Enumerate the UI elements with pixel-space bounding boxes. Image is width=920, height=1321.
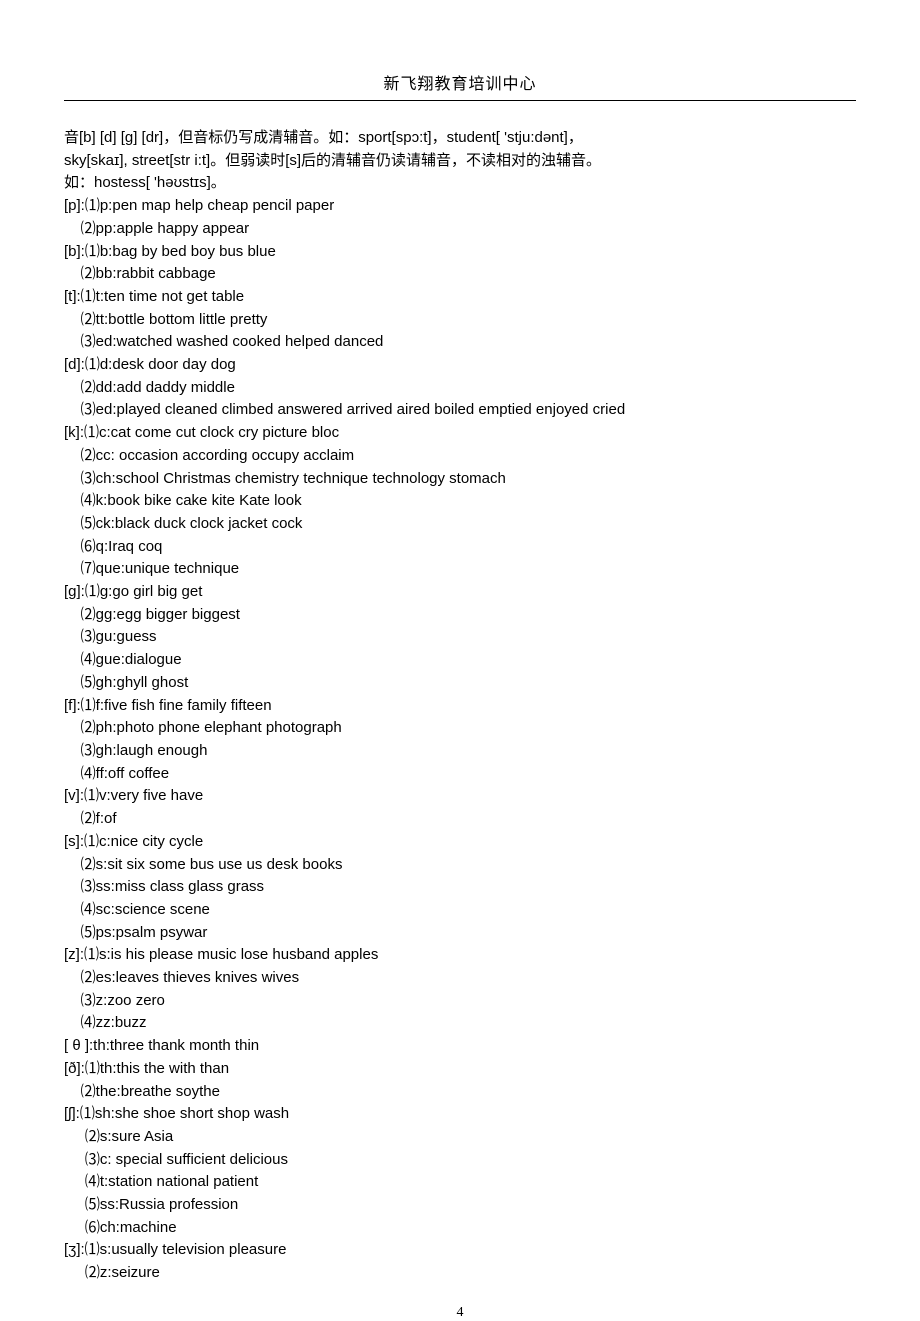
text-line: ⑸ss:Russia profession bbox=[64, 1194, 856, 1217]
text-line: ⑶ed:played cleaned climbed answered arri… bbox=[64, 399, 856, 422]
text-line: [z]:⑴s:is his please music lose husband … bbox=[64, 944, 856, 967]
text-line: [v]:⑴v:very five have bbox=[64, 785, 856, 808]
text-line: ⑹q:Iraq coq bbox=[64, 536, 856, 559]
page-header: 新飞翔教育培训中心 bbox=[64, 70, 856, 94]
text-line: ⑺que:unique technique bbox=[64, 558, 856, 581]
text-line: [s]:⑴c:nice city cycle bbox=[64, 831, 856, 854]
text-line: [ θ ]:th:three thank month thin bbox=[64, 1035, 856, 1058]
text-line: ⑵dd:add daddy middle bbox=[64, 377, 856, 400]
page-number: 4 bbox=[64, 1305, 856, 1321]
text-line: ⑷gue:dialogue bbox=[64, 649, 856, 672]
text-line: ⑶c: special sufficient delicious bbox=[64, 1149, 856, 1172]
text-line: [f]:⑴f:five fish fine family fifteen bbox=[64, 695, 856, 718]
text-line: ⑷sc:science scene bbox=[64, 899, 856, 922]
text-line: ⑷zz:buzz bbox=[64, 1012, 856, 1035]
text-line: ⑶gh:laugh enough bbox=[64, 740, 856, 763]
text-line: [g]:⑴g:go girl big get bbox=[64, 581, 856, 604]
header-rule bbox=[64, 100, 856, 101]
text-line: sky[skaɪ], street[str i:t]。但弱读时[s]后的清辅音仍… bbox=[64, 150, 856, 173]
text-line: ⑸ck:black duck clock jacket cock bbox=[64, 513, 856, 536]
text-line: ⑵cc: occasion according occupy acclaim bbox=[64, 445, 856, 468]
body-content: 音[b] [d] [g] [dr]，但音标仍写成清辅音。如：sport[spɔ:… bbox=[64, 127, 856, 1285]
text-line: ⑵s:sit six some bus use us desk books bbox=[64, 854, 856, 877]
text-line: ⑶ch:school Christmas chemistry technique… bbox=[64, 468, 856, 491]
text-line: ⑵pp:apple happy appear bbox=[64, 218, 856, 241]
text-line: 音[b] [d] [g] [dr]，但音标仍写成清辅音。如：sport[spɔ:… bbox=[64, 127, 856, 150]
text-line: [ʃ]:⑴sh:she shoe short shop wash bbox=[64, 1103, 856, 1126]
text-line: [k]:⑴c:cat come cut clock cry picture bl… bbox=[64, 422, 856, 445]
text-line: ⑵tt:bottle bottom little pretty bbox=[64, 309, 856, 332]
text-line: ⑵the:breathe soythe bbox=[64, 1081, 856, 1104]
document-page: 新飞翔教育培训中心 音[b] [d] [g] [dr]，但音标仍写成清辅音。如：… bbox=[0, 0, 920, 1321]
text-line: ⑵es:leaves thieves knives wives bbox=[64, 967, 856, 990]
text-line: ⑵ph:photo phone elephant photograph bbox=[64, 717, 856, 740]
text-line: ⑶ss:miss class glass grass bbox=[64, 876, 856, 899]
text-line: ⑸gh:ghyll ghost bbox=[64, 672, 856, 695]
text-line: ⑵f:of bbox=[64, 808, 856, 831]
text-line: 如：hostess[ 'həʊstɪs]。 bbox=[64, 172, 856, 195]
text-line: ⑵z:seizure bbox=[64, 1262, 856, 1285]
text-line: ⑵s:sure Asia bbox=[64, 1126, 856, 1149]
text-line: ⑵gg:egg bigger biggest bbox=[64, 604, 856, 627]
text-line: [p]:⑴p:pen map help cheap pencil paper bbox=[64, 195, 856, 218]
text-line: [ʒ]:⑴s:usually television pleasure bbox=[64, 1239, 856, 1262]
text-line: [t]:⑴t:ten time not get table bbox=[64, 286, 856, 309]
text-line: ⑷k:book bike cake kite Kate look bbox=[64, 490, 856, 513]
text-line: ⑵bb:rabbit cabbage bbox=[64, 263, 856, 286]
text-line: ⑶gu:guess bbox=[64, 626, 856, 649]
text-line: [d]:⑴d:desk door day dog bbox=[64, 354, 856, 377]
text-line: [b]:⑴b:bag by bed boy bus blue bbox=[64, 241, 856, 264]
text-line: [ð]:⑴th:this the with than bbox=[64, 1058, 856, 1081]
text-line: ⑶ed:watched washed cooked helped danced bbox=[64, 331, 856, 354]
text-line: ⑸ps:psalm psywar bbox=[64, 922, 856, 945]
text-line: ⑶z:zoo zero bbox=[64, 990, 856, 1013]
text-line: ⑷ff:off coffee bbox=[64, 763, 856, 786]
text-line: ⑷t:station national patient bbox=[64, 1171, 856, 1194]
text-line: ⑹ch:machine bbox=[64, 1217, 856, 1240]
